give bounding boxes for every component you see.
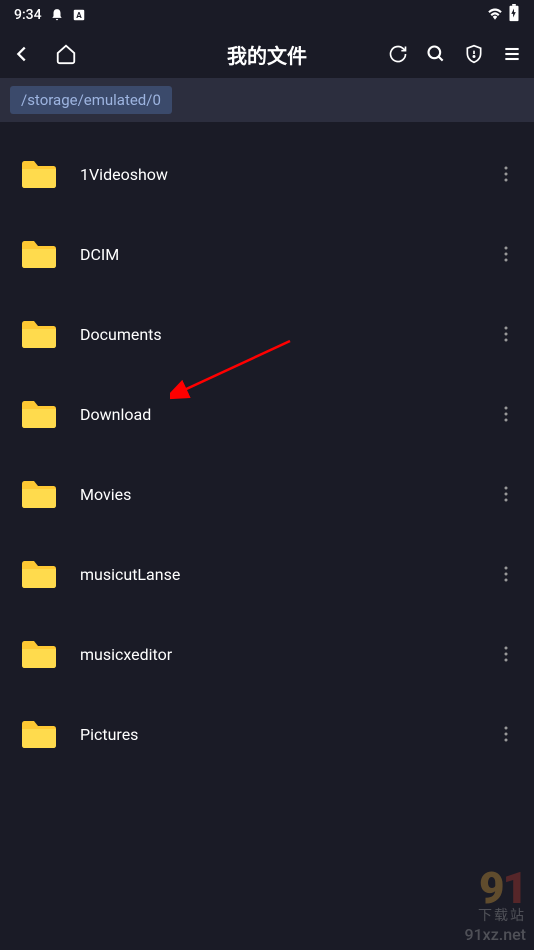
more-button[interactable] xyxy=(496,324,516,344)
file-name: musicutLanse xyxy=(80,565,496,584)
more-button[interactable] xyxy=(496,564,516,584)
watermark: 91 下载站 91xz.net xyxy=(464,870,526,944)
battery-icon xyxy=(508,4,520,26)
menu-button[interactable] xyxy=(500,42,524,66)
list-item[interactable]: Movies xyxy=(0,454,534,534)
page-title: 我的文件 xyxy=(227,40,307,69)
list-item[interactable]: Download xyxy=(0,374,534,454)
breadcrumb-bar: /storage/emulated/0 xyxy=(0,78,534,122)
file-list: 1Videoshow DCIM Documents Download Movie… xyxy=(0,122,534,774)
search-button[interactable] xyxy=(424,42,448,66)
notification-icon xyxy=(50,8,64,22)
list-item[interactable]: Pictures xyxy=(0,694,534,774)
file-name: Pictures xyxy=(80,725,496,744)
file-name: Download xyxy=(80,405,496,424)
status-right xyxy=(486,4,520,26)
folder-icon xyxy=(20,718,58,750)
list-item[interactable]: musicutLanse xyxy=(0,534,534,614)
file-name: Movies xyxy=(80,485,496,504)
more-button[interactable] xyxy=(496,724,516,744)
watermark-label: 下载站 xyxy=(464,905,526,925)
watermark-url: 91xz.net xyxy=(464,925,526,944)
more-button[interactable] xyxy=(496,164,516,184)
folder-icon xyxy=(20,398,58,430)
file-name: Documents xyxy=(80,325,496,344)
toolbar: 我的文件 xyxy=(0,30,534,78)
breadcrumb[interactable]: /storage/emulated/0 xyxy=(10,86,172,114)
list-item[interactable]: musicxeditor xyxy=(0,614,534,694)
toolbar-left xyxy=(10,42,78,66)
app-badge-icon: A xyxy=(72,8,86,22)
file-name: 1Videoshow xyxy=(80,165,496,184)
folder-icon xyxy=(20,558,58,590)
more-button[interactable] xyxy=(496,644,516,664)
list-item[interactable]: DCIM xyxy=(0,214,534,294)
toolbar-right xyxy=(386,42,524,66)
folder-icon xyxy=(20,318,58,350)
back-button[interactable] xyxy=(10,42,34,66)
file-name: DCIM xyxy=(80,245,496,264)
wifi-icon xyxy=(486,6,504,24)
folder-icon xyxy=(20,478,58,510)
list-item[interactable]: Documents xyxy=(0,294,534,374)
shield-button[interactable] xyxy=(462,42,486,66)
home-button[interactable] xyxy=(54,42,78,66)
file-name: musicxeditor xyxy=(80,645,496,664)
watermark-logo: 91 xyxy=(464,870,526,907)
more-button[interactable] xyxy=(496,484,516,504)
status-left: 9:34 A xyxy=(14,7,86,23)
more-button[interactable] xyxy=(496,404,516,424)
folder-icon xyxy=(20,158,58,190)
list-item[interactable]: 1Videoshow xyxy=(0,134,534,214)
more-button[interactable] xyxy=(496,244,516,264)
folder-icon xyxy=(20,238,58,270)
folder-icon xyxy=(20,638,58,670)
svg-text:A: A xyxy=(76,10,82,20)
refresh-button[interactable] xyxy=(386,42,410,66)
status-time: 9:34 xyxy=(14,7,42,23)
status-bar: 9:34 A xyxy=(0,0,534,30)
